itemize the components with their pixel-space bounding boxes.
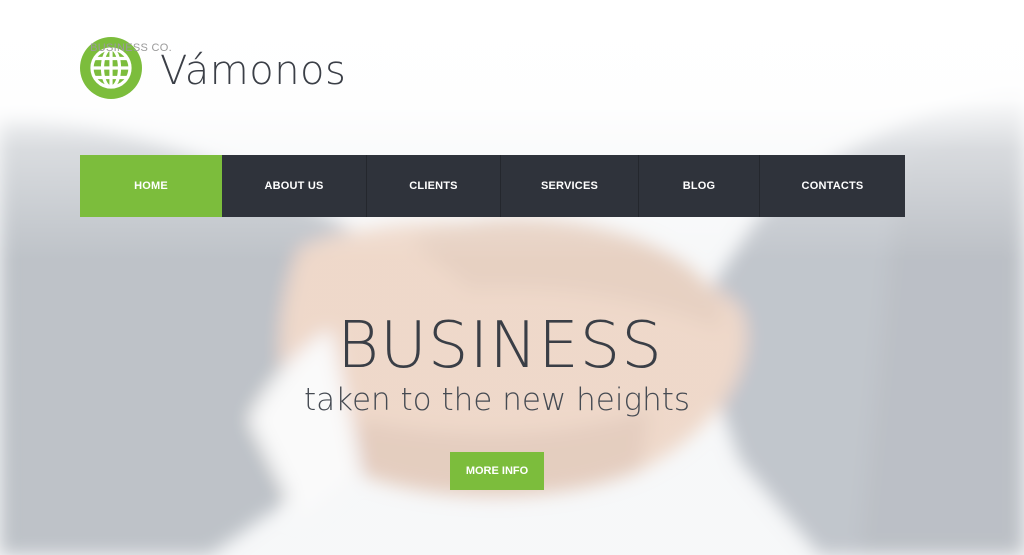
hero-subtitle: taken to the new heights xyxy=(303,382,691,418)
site-logo[interactable]: BUSINESS CO. Vámonos xyxy=(80,36,346,100)
nav-item-contacts[interactable]: CONTACTS xyxy=(760,155,905,217)
nav-item-blog[interactable]: BLOG xyxy=(639,155,760,217)
brand-name: Vámonos xyxy=(160,48,347,94)
nav-item-services[interactable]: SERVICES xyxy=(501,155,639,217)
more-info-button[interactable]: MORE INFO xyxy=(450,452,544,490)
nav-item-about-us[interactable]: ABOUT US xyxy=(222,155,367,217)
nav-item-home[interactable]: HOME xyxy=(80,155,222,217)
main-navigation: HOME ABOUT US CLIENTS SERVICES BLOG CONT… xyxy=(80,155,905,217)
nav-item-clients[interactable]: CLIENTS xyxy=(367,155,501,217)
hero-title: BUSINESS xyxy=(337,309,663,383)
